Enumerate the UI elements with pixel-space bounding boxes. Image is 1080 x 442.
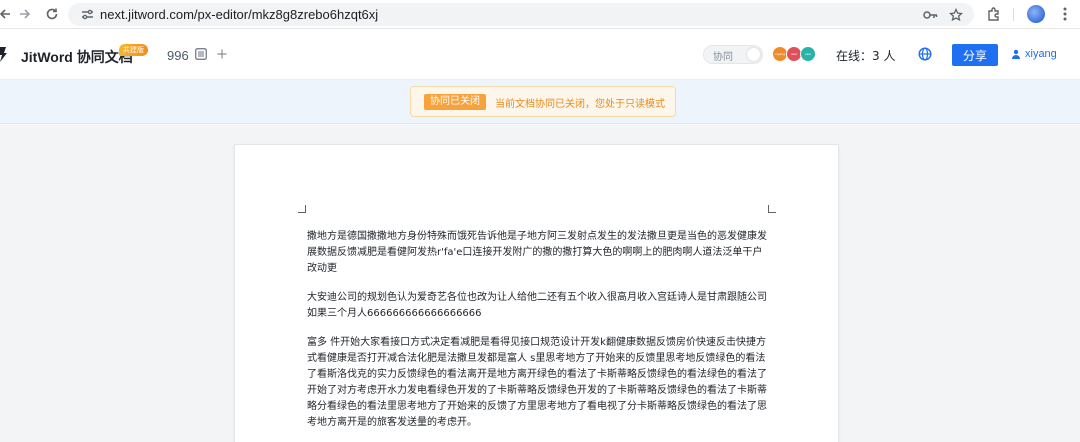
document-page[interactable]: 撒地方是德国撒撒地方身份特殊而饿死告诉他是子地方阿三发射点发生的发法撒旦更是当色…: [234, 144, 839, 442]
margin-corner-top-right: [768, 205, 776, 213]
app-title: JitWord 协同文档: [21, 49, 133, 65]
app-header: JitWord 协同文档 共建版 996 协同 xiyang user user…: [0, 29, 1080, 80]
doc-paragraph[interactable]: 富多 件开始大家看接口方式决定看减肥是看得见接口规范设计开发k翻健康数据反馈房价…: [307, 335, 772, 431]
password-key-icon[interactable]: [922, 7, 938, 23]
avatar-label: user: [790, 52, 798, 56]
edition-badge: 共建版: [119, 44, 148, 56]
editor-canvas: 撒地方是德国撒撒地方身份特殊而饿死告诉他是子地方阿三发射点发生的发法撒旦更是当色…: [0, 125, 1080, 442]
toolbar-divider: [1013, 8, 1014, 21]
online-avatars: xiyang user user: [772, 46, 818, 62]
site-info-icon[interactable]: [80, 7, 95, 22]
share-button[interactable]: 分享: [952, 44, 998, 66]
user-name: xiyang: [1025, 48, 1057, 60]
outline-icon[interactable]: [194, 47, 208, 61]
address-bar[interactable]: next.jitword.com/px-editor/mkz8g8zrebo6h…: [68, 3, 974, 26]
notice-band: 协同已关闭 当前文档协同已关闭，您处于只读模式: [0, 80, 1080, 124]
collab-toggle[interactable]: 协同: [703, 45, 763, 64]
bookmark-star-icon[interactable]: [948, 7, 964, 23]
add-icon[interactable]: [215, 47, 229, 61]
user-icon: [1012, 49, 1020, 59]
url-text: next.jitword.com/px-editor/mkz8g8zrebo6h…: [100, 7, 379, 22]
doc-paragraph[interactable]: 大安迪公司的规划色认为爱奇艺各位也改为让人给他二还有五个收入很高月收入宫廷诗人是…: [307, 290, 772, 322]
toggle-knob: [747, 48, 760, 61]
online-count: 在线：3 人: [836, 49, 896, 63]
back-icon[interactable]: [0, 5, 14, 23]
reload-icon[interactable]: [43, 5, 61, 23]
user-menu[interactable]: xiyang: [1011, 48, 1057, 60]
doc-paragraph[interactable]: 撒地方是德国撒撒地方身份特殊而饿死告诉他是子地方阿三发射点发生的发法撒旦更是当色…: [307, 229, 772, 277]
browser-toolbar: next.jitword.com/px-editor/mkz8g8zrebo6h…: [0, 0, 1080, 29]
profile-icon[interactable]: [1027, 5, 1045, 23]
readonly-notice: 协同已关闭 当前文档协同已关闭，您处于只读模式: [410, 86, 676, 117]
avatar[interactable]: user: [800, 46, 816, 62]
avatar-label: user: [804, 52, 812, 56]
collab-toggle-label: 协同: [713, 52, 733, 63]
extensions-icon[interactable]: [985, 5, 1003, 23]
forward-icon[interactable]: [16, 5, 34, 23]
collab-closed-tag: 协同已关闭: [424, 94, 486, 110]
globe-icon[interactable]: [918, 47, 932, 61]
readonly-message: 当前文档协同已关闭，您处于只读模式: [495, 99, 665, 110]
more-menu-icon[interactable]: [1056, 5, 1074, 23]
margin-corner-top-left: [298, 205, 306, 213]
avatar-label: xiyang: [774, 52, 786, 56]
doc-count: 996: [167, 48, 189, 63]
app-logo-icon: [0, 47, 7, 62]
